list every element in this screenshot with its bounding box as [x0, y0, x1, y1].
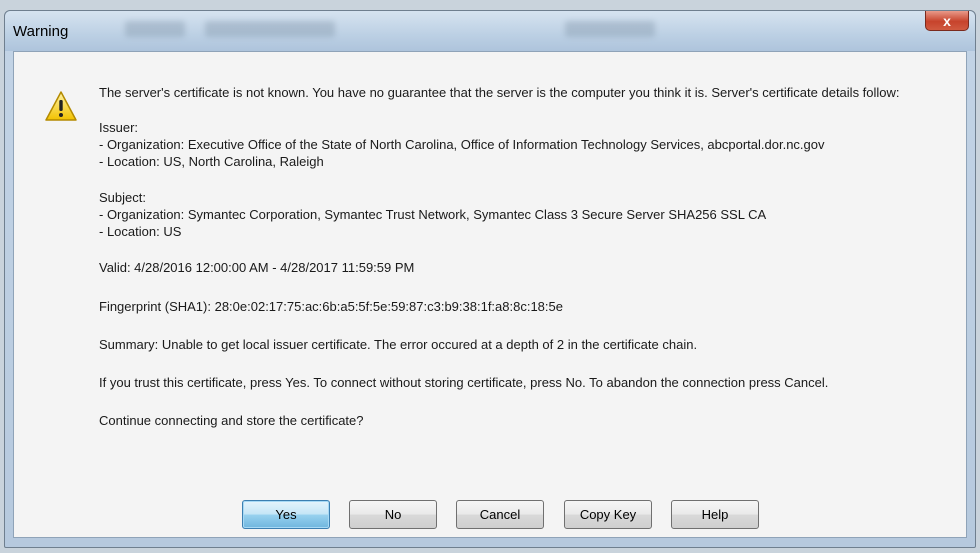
button-bar: Yes No Cancel Copy Key Help [13, 500, 967, 538]
no-button[interactable]: No [349, 500, 437, 529]
yes-button[interactable]: Yes [242, 500, 330, 529]
warning-triangle-icon [45, 91, 77, 121]
message-body: The server's certificate is not known. Y… [99, 84, 959, 429]
help-button[interactable]: Help [671, 500, 759, 529]
summary-text: Summary: Unable to get local issuer cert… [99, 337, 698, 352]
question-text: Continue connecting and store the certif… [99, 413, 364, 428]
window-title: Warning [13, 23, 69, 40]
subject-location: - Location: US [99, 224, 182, 239]
issuer-organization: - Organization: Executive Office of the … [99, 137, 825, 152]
instructions-text: If you trust this certificate, press Yes… [99, 375, 829, 390]
background-blur [205, 21, 335, 37]
copy-key-button[interactable]: Copy Key [564, 500, 652, 529]
close-button[interactable]: x [925, 11, 969, 31]
valid-dates: Valid: 4/28/2016 12:00:00 AM - 4/28/2017… [99, 260, 415, 275]
title-bar[interactable]: Warning x [5, 11, 975, 51]
dialog-content: The server's certificate is not known. Y… [13, 51, 967, 501]
cancel-button[interactable]: Cancel [456, 500, 544, 529]
subject-organization: - Organization: Symantec Corporation, Sy… [99, 207, 767, 222]
subject-heading: Subject: [99, 190, 146, 205]
issuer-heading: Issuer: [99, 120, 139, 135]
fingerprint-text: Fingerprint (SHA1): 28:0e:02:17:75:ac:6b… [99, 299, 563, 314]
background-blur [125, 21, 185, 37]
close-icon: x [943, 12, 951, 29]
issuer-location: - Location: US, North Carolina, Raleigh [99, 154, 324, 169]
intro-text: The server's certificate is not known. Y… [99, 85, 900, 100]
background-blur [565, 21, 655, 37]
warning-dialog: Warning x The server's certificate is no… [4, 10, 976, 548]
